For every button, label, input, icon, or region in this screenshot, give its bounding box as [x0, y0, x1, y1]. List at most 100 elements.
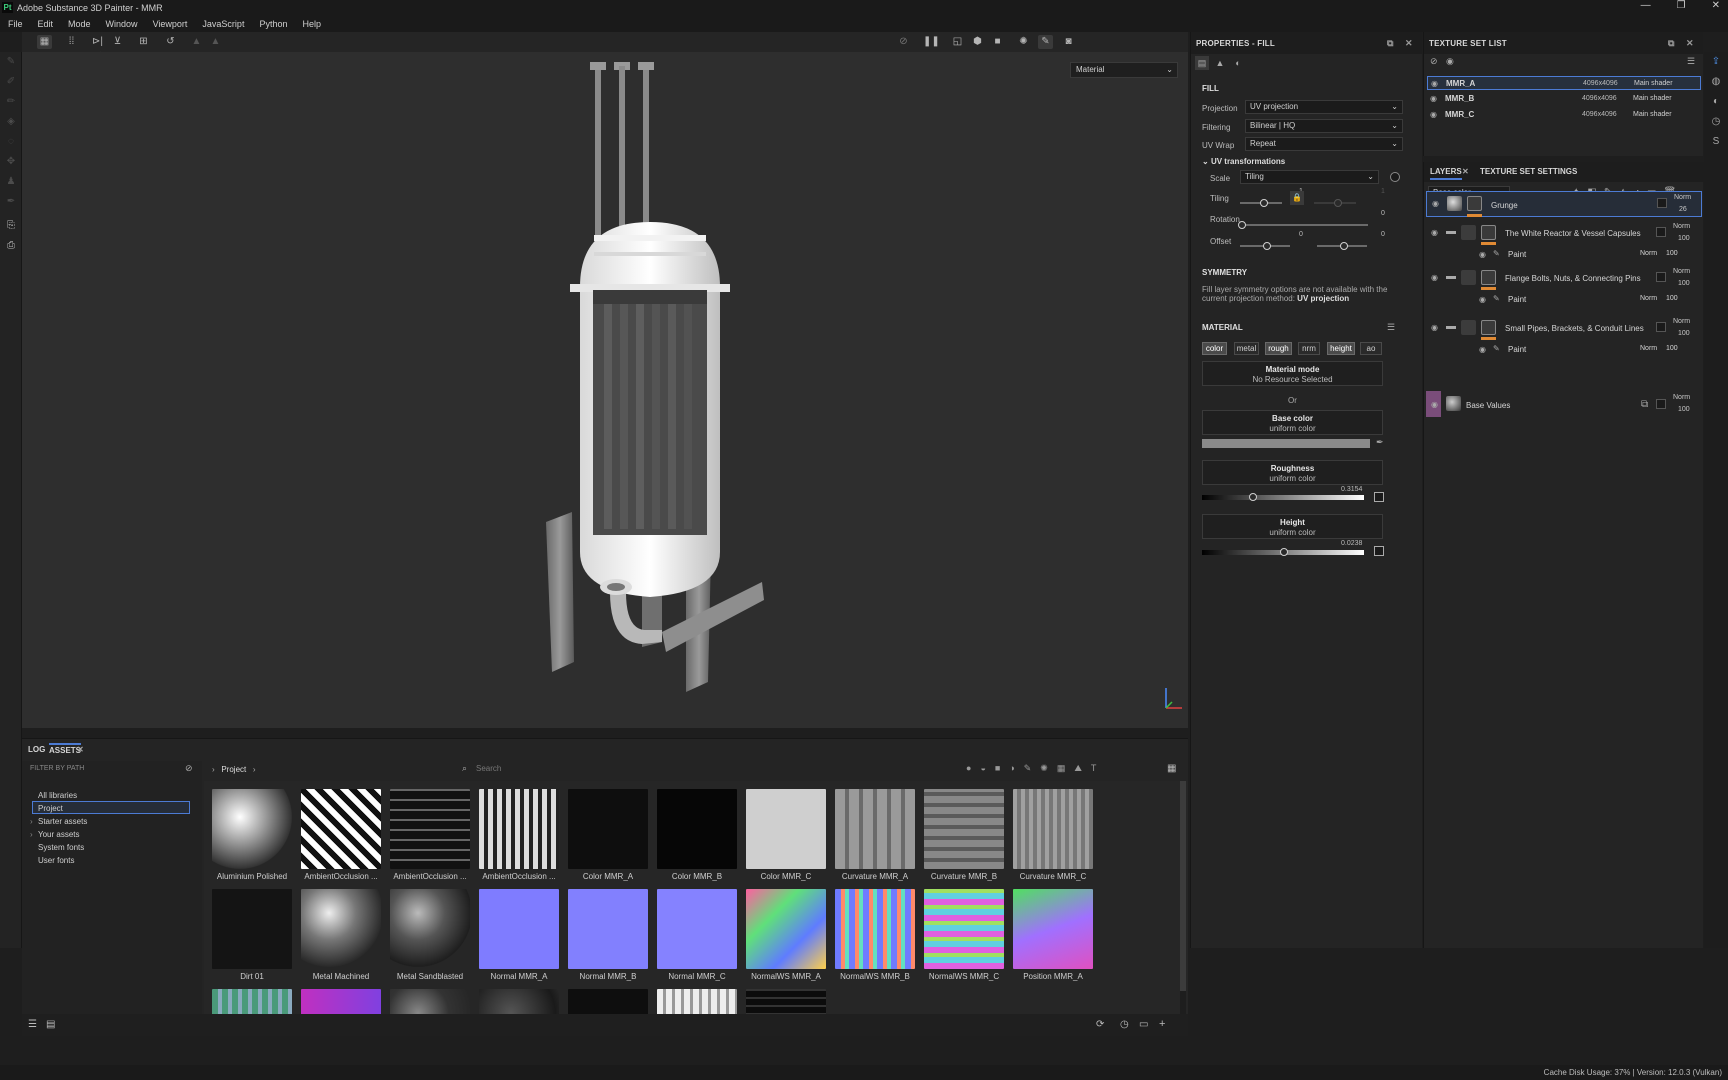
menu-viewport[interactable]: Viewport: [153, 19, 188, 29]
sublayer-blend-mode[interactable]: Norm: [1640, 250, 1657, 257]
eye-icon[interactable]: ◉: [1431, 400, 1438, 409]
grid-view-icon[interactable]: ▦: [1167, 763, 1176, 774]
filter-material-icon[interactable]: ●: [966, 763, 971, 774]
close-icon[interactable]: ✕: [1712, 0, 1720, 11]
3d-viewport[interactable]: Material ⌄: [22, 52, 1188, 728]
library-starter-assets[interactable]: Starter assets: [38, 817, 87, 826]
filter-brush-icon[interactable]: ✎: [1024, 763, 1032, 774]
asset-tile[interactable]: Dirt 01: [212, 889, 292, 989]
height-map-icon[interactable]: [1374, 546, 1384, 556]
channel-ao-button[interactable]: ao: [1360, 342, 1382, 355]
eye-icon[interactable]: ◉: [1430, 94, 1437, 103]
channel-height-button[interactable]: height: [1327, 342, 1355, 355]
share-icon[interactable]: ⇪: [1710, 56, 1722, 68]
asset-tile[interactable]: NormalWS MMR_C: [924, 889, 1004, 989]
eye-icon[interactable]: ◉: [1431, 228, 1438, 237]
material-mode-slot[interactable]: Material mode No Resource Selected: [1202, 361, 1383, 386]
layer-folder-flange[interactable]: ◉ ▬ Flange Bolts, Nuts, & Connecting Pin…: [1426, 267, 1702, 291]
history-icon[interactable]: ◷: [1120, 1019, 1129, 1030]
library-system-fonts[interactable]: System fonts: [38, 843, 84, 852]
asset-tile[interactable]: AmbientOcclusion ...: [390, 789, 470, 889]
filter-grid-icon[interactable]: ▦: [1057, 763, 1066, 774]
view-3d-icon[interactable]: ⬢: [970, 35, 985, 49]
menu-help[interactable]: Help: [302, 19, 321, 29]
uvwrap-select[interactable]: Repeat ⌄: [1245, 137, 1403, 151]
export-icon[interactable]: ⎙: [5, 240, 17, 252]
roughness-map-icon[interactable]: [1374, 492, 1384, 502]
rotation-knob[interactable]: [1238, 221, 1246, 229]
smudge-tool-icon[interactable]: ◌: [5, 136, 17, 148]
filter-input[interactable]: FILTER BY PATH: [30, 765, 84, 772]
basecolor-slot[interactable]: Base color uniform color: [1202, 410, 1383, 435]
stamp-tool-icon[interactable]: ♟: [5, 176, 17, 188]
tab-texture-set-settings[interactable]: TEXTURE SET SETTINGS: [1480, 167, 1577, 176]
layer-blend-mode[interactable]: Norm: [1674, 194, 1691, 201]
info-icon[interactable]: [1390, 172, 1400, 182]
library-all[interactable]: All libraries: [38, 791, 77, 800]
folder-icon[interactable]: ▭: [1139, 1019, 1148, 1030]
grid-icon[interactable]: ▦: [37, 35, 52, 49]
mirror-x-icon[interactable]: ⊳|⊲: [90, 35, 105, 61]
expand-icon[interactable]: ›: [30, 817, 33, 826]
close-tab-icon[interactable]: ✕: [1462, 167, 1469, 176]
history-icon[interactable]: ↺: [163, 35, 178, 49]
layer-select-box[interactable]: [1656, 322, 1666, 332]
layer-opacity[interactable]: 100: [1678, 406, 1690, 413]
eye-icon[interactable]: ◉: [1430, 110, 1437, 119]
view-2d-icon[interactable]: ◱: [950, 35, 965, 49]
asset-tile[interactable]: Normal MMR_B: [568, 889, 648, 989]
eye-icon[interactable]: ◉: [1479, 345, 1486, 354]
asset-tile[interactable]: [301, 989, 381, 1014]
lock-icon[interactable]: 🔒: [1290, 191, 1304, 205]
tab-layers[interactable]: LAYERS: [1430, 167, 1462, 180]
sphere-icon[interactable]: ◍: [1710, 76, 1722, 88]
filtering-select[interactable]: Bilinear | HQ ⌄: [1245, 119, 1403, 133]
maximize-icon[interactable]: ❐: [1677, 0, 1686, 11]
layer-row-grunge[interactable]: ◉ Grunge Norm 26: [1426, 191, 1702, 217]
asset-tile[interactable]: [390, 989, 470, 1014]
layer-blend-mode[interactable]: Norm: [1673, 318, 1690, 325]
asset-tile[interactable]: NormalWS MMR_B: [835, 889, 915, 989]
asset-tile[interactable]: [657, 989, 737, 1014]
geometry-fill-icon[interactable]: ◈: [5, 116, 17, 128]
sublayer-opacity[interactable]: 100: [1666, 250, 1678, 257]
asset-tile[interactable]: Color MMR_A: [568, 789, 648, 889]
texture-set-shader[interactable]: Main shader: [1634, 80, 1673, 87]
add-icon[interactable]: +: [1159, 1018, 1165, 1030]
texture-set-row[interactable]: ◉ MMR_C 4096x4096 Main shader: [1427, 108, 1701, 122]
eye-icon[interactable]: ◉: [1431, 79, 1438, 88]
asset-tile[interactable]: [212, 989, 292, 1014]
sublayer-blend-mode[interactable]: Norm: [1640, 345, 1657, 352]
layer-blend-mode[interactable]: Norm: [1673, 223, 1690, 230]
menu-edit[interactable]: Edit: [38, 19, 54, 29]
layer-blend-mode[interactable]: Norm: [1673, 394, 1690, 401]
asset-tile[interactable]: Normal MMR_A: [479, 889, 559, 989]
scrollbar[interactable]: [1180, 781, 1186, 1014]
layer-opacity[interactable]: 26: [1679, 206, 1687, 213]
tiling-knob-u[interactable]: [1260, 199, 1268, 207]
eye-icon[interactable]: ◉: [1479, 250, 1486, 259]
filter-environment-icon[interactable]: ⛰: [1074, 763, 1082, 774]
mirror-y-icon[interactable]: ⊻: [110, 35, 125, 49]
add-frame-icon[interactable]: ⊞: [136, 35, 151, 49]
library-project[interactable]: Project: [38, 804, 63, 813]
eye-icon[interactable]: ◉: [1432, 199, 1439, 208]
shader-icon[interactable]: S: [1710, 136, 1722, 148]
texture-set-shader[interactable]: Main shader: [1633, 111, 1672, 118]
minimize-icon[interactable]: —: [1641, 0, 1651, 11]
texture-set-row[interactable]: ◉ MMR_B 4096x4096 Main shader: [1427, 92, 1701, 106]
list-view-icon[interactable]: ☰: [28, 1019, 37, 1030]
asset-tile[interactable]: Color MMR_C: [746, 789, 826, 889]
asset-tile[interactable]: AmbientOcclusion ...: [479, 789, 559, 889]
fill-tab-icon[interactable]: ▤: [1195, 56, 1209, 70]
asset-tile[interactable]: AmbientOcclusion ...: [301, 789, 381, 889]
clone-tool-icon[interactable]: ✥: [5, 156, 17, 168]
menu-python[interactable]: Python: [259, 19, 287, 29]
asset-tile[interactable]: Color MMR_B: [657, 789, 737, 889]
channel-metal-button[interactable]: metal: [1234, 342, 1259, 355]
pause-icon[interactable]: ❚❚: [923, 35, 940, 49]
uv-transformations-toggle[interactable]: ⌄ UV transformations: [1202, 157, 1285, 166]
environment-icon[interactable]: ✺: [1016, 35, 1031, 49]
eye-icon[interactable]: ◉: [1479, 295, 1486, 304]
eye-icon[interactable]: ◉: [1431, 273, 1438, 282]
